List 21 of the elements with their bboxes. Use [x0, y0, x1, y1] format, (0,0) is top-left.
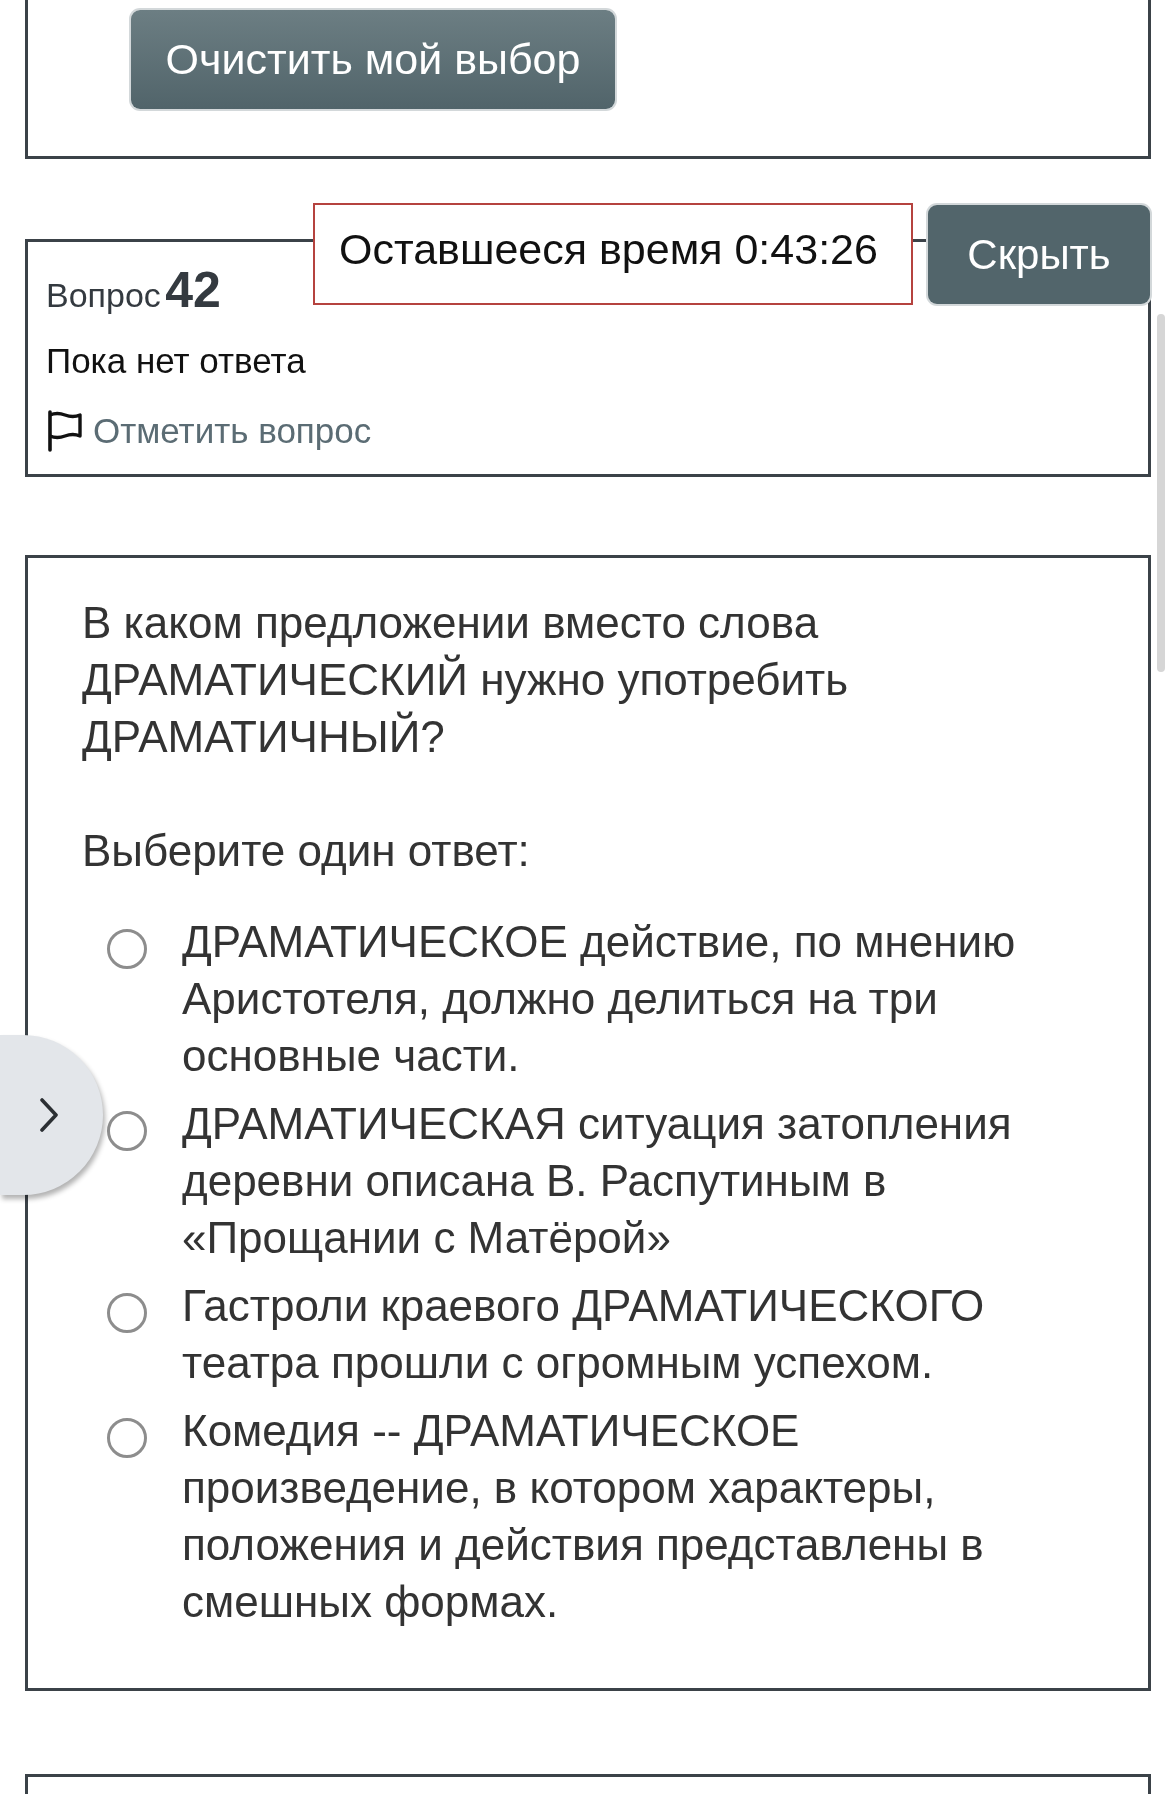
answer-prompt: Выберите один ответ:	[82, 825, 530, 877]
question-text: В каком предложении вместо слова ДРАМАТИЧЕСКИЙ нужно употребить ДРАМАТИЧНЫЙ?	[82, 597, 850, 763]
radio-button[interactable]	[107, 929, 147, 969]
radio-button[interactable]	[107, 1111, 147, 1151]
answer-option-text: Комедия -- ДРАМАТИЧЕСКОЕ произведение, в котором характеры, положения и действия представлены в смешных формах.	[182, 1405, 985, 1628]
timer-label: Оставшееся время	[339, 225, 723, 273]
flag-question-link[interactable]: Отметить вопрос	[46, 408, 372, 454]
chevron-right-icon	[40, 1098, 58, 1132]
answer-option-text: Гастроли краевого ДРАМАТИЧЕСКОГО театра прошли с огромным успехом.	[182, 1280, 986, 1389]
answer-option-text: ДРАМАТИЧЕСКАЯ ситуация затопления деревни описана В. Распутиным в «Прощании с Матёрой»	[182, 1098, 1013, 1264]
timer-value: 0:43:26	[734, 225, 878, 273]
answer-option-text: ДРАМАТИЧЕСКОЕ действие, по мнению Аристотеля, должно делиться на три основные части.	[182, 916, 1017, 1082]
answer-status: Пока нет ответа	[46, 340, 306, 382]
question-number: 42	[165, 262, 221, 318]
clear-choice-button[interactable]: Очистить мой выбор	[131, 10, 615, 109]
question-label: Вопрос	[46, 276, 161, 314]
radio-button[interactable]	[107, 1293, 147, 1333]
radio-button[interactable]	[107, 1418, 147, 1458]
hide-timer-button[interactable]: Скрыть	[928, 205, 1150, 304]
flag-icon	[46, 410, 83, 452]
scrollbar-thumb[interactable]	[1157, 314, 1165, 672]
